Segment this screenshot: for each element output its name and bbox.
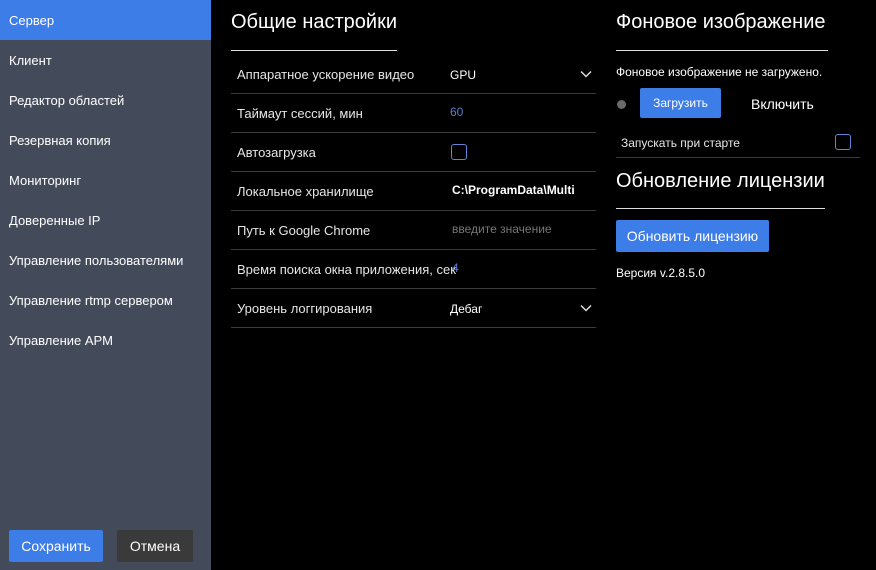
- sidebar-item-backup[interactable]: Резервная копия: [0, 120, 211, 160]
- sidebar-item-client[interactable]: Клиент: [0, 40, 211, 80]
- license-title-divider: [616, 208, 825, 209]
- background-title-divider: [616, 50, 828, 51]
- autostart-checkbox[interactable]: [835, 134, 851, 150]
- local-storage-input[interactable]: C:\ProgramData\Multi: [452, 170, 575, 209]
- general-settings-title: Общие настройки: [231, 11, 397, 33]
- window-search-time-label: Время поиска окна приложения, сек: [237, 262, 456, 277]
- local-storage-label: Локальное хранилище: [237, 184, 374, 199]
- upload-button[interactable]: Загрузить: [640, 88, 721, 118]
- cancel-button[interactable]: Отмена: [117, 530, 193, 562]
- license-update-title: Обновление лицензии: [616, 170, 825, 192]
- settings-row-local-storage: Локальное хранилище C:\ProgramData\Multi: [231, 172, 596, 211]
- sidebar-item-rtmp-management[interactable]: Управление rtmp сервером: [0, 280, 211, 320]
- log-level-label: Уровень логгирования: [237, 301, 373, 316]
- window-search-time-input[interactable]: 4: [452, 248, 459, 287]
- sidebar-item-trusted-ip[interactable]: Доверенные IP: [0, 200, 211, 240]
- chevron-down-icon[interactable]: [580, 68, 592, 80]
- settings-row-autoload: Автозагрузка: [231, 133, 596, 172]
- enable-toggle[interactable]: Включить: [751, 96, 814, 112]
- background-image-title: Фоновое изображение: [616, 11, 826, 33]
- video-accel-label: Аппаратное ускорение видео: [237, 67, 415, 82]
- sidebar: Сервер Клиент Редактор областей Резервна…: [0, 0, 211, 570]
- autostart-label: Запускать при старте: [621, 136, 740, 150]
- session-timeout-input[interactable]: 60: [450, 92, 463, 131]
- update-license-button[interactable]: Обновить лицензию: [616, 220, 769, 252]
- sidebar-item-user-management[interactable]: Управление пользователями: [0, 240, 211, 280]
- settings-row-session-timeout: Таймаут сессий, мин 60: [231, 94, 596, 133]
- autostart-row: Запускать при старте: [616, 127, 860, 158]
- chrome-path-input[interactable]: введите значение: [452, 209, 552, 248]
- sidebar-item-arm-management[interactable]: Управление АРМ: [0, 320, 211, 360]
- background-status-text: Фоновое изображение не загружено.: [616, 65, 823, 79]
- autoload-label: Автозагрузка: [237, 145, 316, 160]
- settings-row-window-search-time: Время поиска окна приложения, сек 4: [231, 250, 596, 289]
- settings-row-video-accel: Аппаратное ускорение видео GPU: [231, 55, 596, 94]
- save-button[interactable]: Сохранить: [9, 530, 103, 562]
- autoload-checkbox[interactable]: [451, 144, 467, 160]
- sidebar-item-monitoring[interactable]: Мониторинг: [0, 160, 211, 200]
- settings-row-chrome-path: Путь к Google Chrome введите значение: [231, 211, 596, 250]
- chrome-path-label: Путь к Google Chrome: [237, 223, 371, 238]
- settings-row-log-level: Уровень логгирования Дебаг: [231, 289, 596, 328]
- log-level-select[interactable]: Дебаг: [450, 289, 482, 328]
- video-accel-select[interactable]: GPU: [450, 55, 476, 94]
- sidebar-item-server[interactable]: Сервер: [0, 0, 211, 40]
- chevron-down-icon[interactable]: [580, 302, 592, 314]
- sidebar-item-area-editor[interactable]: Редактор областей: [0, 80, 211, 120]
- session-timeout-label: Таймаут сессий, мин: [237, 106, 363, 121]
- general-title-divider: [231, 50, 397, 51]
- version-text: Версия v.2.8.5.0: [616, 266, 706, 280]
- background-status-dot: [617, 100, 626, 109]
